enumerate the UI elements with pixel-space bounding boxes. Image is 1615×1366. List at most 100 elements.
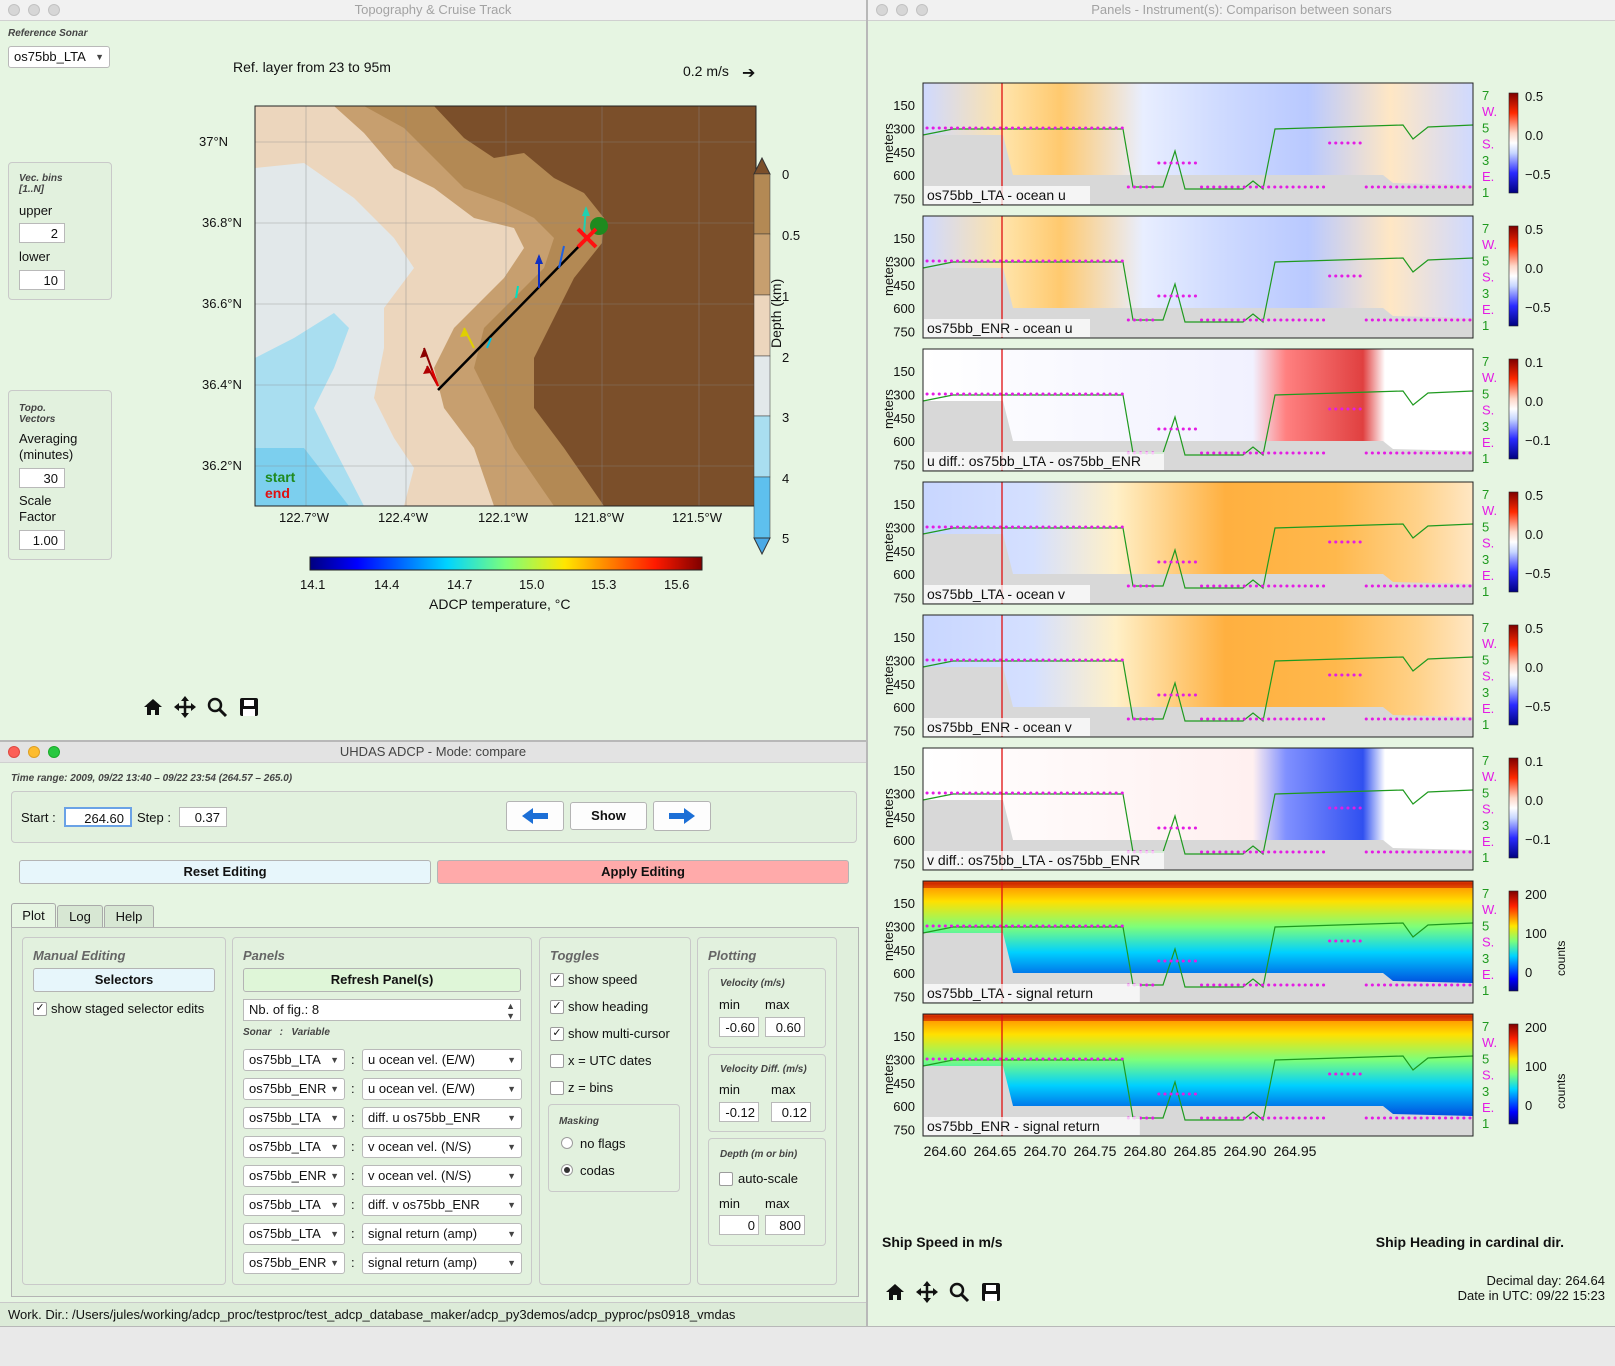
variable-select[interactable]: v ocean vel. (N/S) ▼ xyxy=(362,1165,522,1187)
auto-scale-label: auto-scale xyxy=(738,1171,798,1186)
pan-icon[interactable] xyxy=(174,696,196,718)
auto-scale-checkbox[interactable] xyxy=(719,1172,733,1186)
arrow-left-icon xyxy=(522,808,548,824)
right-axis-label: 3 xyxy=(1482,552,1489,567)
panels-svg[interactable]: os75bb_LTA - ocean u150300450600750meter… xyxy=(876,28,1572,1264)
sonar-select[interactable]: os75bb_LTA ▼ xyxy=(243,1223,345,1245)
variable-select[interactable]: u ocean vel. (E/W) ▼ xyxy=(362,1049,522,1071)
tab-log[interactable]: Log xyxy=(57,905,103,928)
pan-icon[interactable] xyxy=(916,1281,938,1303)
right-axis-label: 5 xyxy=(1482,785,1489,800)
zoom-window-icon[interactable] xyxy=(916,4,928,16)
zoom-icon[interactable] xyxy=(948,1281,970,1303)
upper-bin-input[interactable]: 2 xyxy=(19,223,65,243)
codas-radio[interactable] xyxy=(561,1164,573,1176)
colorbar-tick-label: 0.5 xyxy=(1525,488,1543,503)
averaging-label: Averaging (minutes) xyxy=(19,431,78,462)
variable-select[interactable]: signal return (amp) ▼ xyxy=(362,1252,522,1274)
temp-tick: 15.0 xyxy=(519,577,545,592)
topography-titlebar: Topography & Cruise Track xyxy=(0,0,866,21)
veldiff-max-input[interactable]: 0.12 xyxy=(771,1102,811,1122)
close-window-icon[interactable] xyxy=(8,746,20,758)
zoom-window-icon[interactable] xyxy=(48,4,60,16)
zoom-window-icon[interactable] xyxy=(48,746,60,758)
depth-min-input[interactable]: 0 xyxy=(719,1215,759,1235)
lower-label: lower xyxy=(19,249,51,264)
right-axis-label: E. xyxy=(1482,701,1494,716)
variable-select[interactable]: v ocean vel. (N/S) ▼ xyxy=(362,1136,522,1158)
x-tick-label: 264.90 xyxy=(1224,1143,1267,1159)
lon-tick: 121.8°W xyxy=(574,510,625,525)
home-icon[interactable] xyxy=(142,696,164,718)
sonar-select[interactable]: os75bb_ENR ▼ xyxy=(243,1165,345,1187)
show-staged-checkbox[interactable]: ✓ xyxy=(33,1002,47,1016)
minimize-window-icon[interactable] xyxy=(28,746,40,758)
sonar-select[interactable]: os75bb_LTA ▼ xyxy=(243,1049,345,1071)
toggle-checkbox[interactable] xyxy=(550,1081,564,1095)
colorbar-tick-label: 0.0 xyxy=(1525,793,1543,808)
right-axis-label: 1 xyxy=(1482,451,1489,466)
variable-select[interactable]: diff. v os75bb_ENR ▼ xyxy=(362,1194,522,1216)
variable-select[interactable]: u ocean vel. (E/W) ▼ xyxy=(362,1078,522,1100)
velocity-group: Velocity (m/s) min max -0.60 0.60 xyxy=(708,968,826,1048)
spin-arrows-icon[interactable]: ▲ ▼ xyxy=(506,1001,515,1021)
sonar-select[interactable]: os75bb_ENR ▼ xyxy=(243,1252,345,1274)
velocity-diff-group: Velocity Diff. (m/s) min max -0.12 0.12 xyxy=(708,1054,826,1132)
toggle-checkbox[interactable] xyxy=(550,1054,564,1068)
toggle-checkbox[interactable]: ✓ xyxy=(550,973,564,987)
close-window-icon[interactable] xyxy=(876,4,888,16)
veldiff-min-input[interactable]: -0.12 xyxy=(719,1102,759,1122)
sonar-select[interactable]: os75bb_LTA ▼ xyxy=(243,1136,345,1158)
y-axis-label: meters xyxy=(881,1054,896,1094)
refresh-panels-button[interactable]: Refresh Panel(s) xyxy=(243,968,521,992)
save-icon[interactable] xyxy=(238,696,260,718)
tab-plot[interactable]: Plot xyxy=(11,903,56,928)
y-tick-label: 600 xyxy=(893,168,915,183)
variable-select[interactable]: signal return (amp) ▼ xyxy=(362,1223,522,1245)
nb-fig-spinbox[interactable]: Nb. of fig.: 8 ▲ ▼ xyxy=(243,999,521,1021)
right-axis-label: 1 xyxy=(1482,850,1489,865)
selectors-button[interactable]: Selectors xyxy=(33,968,215,992)
y-tick-label: 300 xyxy=(893,387,915,402)
averaging-input[interactable]: 30 xyxy=(19,468,65,488)
chevron-down-icon: ▼ xyxy=(330,1142,339,1152)
veldiff-max-label: max xyxy=(771,1082,796,1097)
temp-tick: 15.6 xyxy=(664,577,690,592)
sonar-select[interactable]: os75bb_LTA ▼ xyxy=(243,1194,345,1216)
topography-map[interactable] xyxy=(254,105,757,507)
sonar-select[interactable]: os75bb_LTA ▼ xyxy=(243,1107,345,1129)
home-icon[interactable] xyxy=(884,1281,906,1303)
apply-editing-button[interactable]: Apply Editing xyxy=(437,860,849,884)
toggle-checkbox[interactable]: ✓ xyxy=(550,1000,564,1014)
y-tick-label: 750 xyxy=(893,192,915,207)
depth-max-input[interactable]: 800 xyxy=(765,1215,805,1235)
panel-label: v diff.: os75bb_LTA - os75bb_ENR xyxy=(927,852,1140,868)
reset-editing-button[interactable]: Reset Editing xyxy=(19,860,431,884)
minimize-window-icon[interactable] xyxy=(28,4,40,16)
zoom-icon[interactable] xyxy=(206,696,228,718)
variable-select[interactable]: diff. u os75bb_ENR ▼ xyxy=(362,1107,522,1129)
panel-label: os75bb_LTA - ocean u xyxy=(927,187,1066,203)
close-window-icon[interactable] xyxy=(8,4,20,16)
start-input[interactable]: 264.60 xyxy=(64,807,132,827)
scale-factor-input[interactable]: 1.00 xyxy=(19,530,65,550)
save-icon[interactable] xyxy=(980,1281,1002,1303)
lower-bin-input[interactable]: 10 xyxy=(19,270,65,290)
y-tick-label: 450 xyxy=(893,544,915,559)
sonar-select[interactable]: os75bb_ENR ▼ xyxy=(243,1078,345,1100)
toggle-checkbox[interactable]: ✓ xyxy=(550,1027,564,1041)
velocity-max-input[interactable]: 0.60 xyxy=(765,1017,805,1037)
next-button[interactable] xyxy=(653,801,711,831)
y-tick-label: 600 xyxy=(893,1099,915,1114)
step-input[interactable]: 0.37 xyxy=(179,807,227,827)
minimize-window-icon[interactable] xyxy=(896,4,908,16)
right-axis-label: 7 xyxy=(1482,354,1489,369)
x-tick-label: 264.70 xyxy=(1024,1143,1067,1159)
tab-help[interactable]: Help xyxy=(104,905,154,928)
no-flags-radio[interactable] xyxy=(561,1137,573,1149)
previous-button[interactable] xyxy=(506,801,564,831)
velocity-min-input[interactable]: -0.60 xyxy=(719,1017,759,1037)
show-button[interactable]: Show xyxy=(570,802,647,830)
reference-sonar-select[interactable]: os75bb_LTA ▼ xyxy=(8,46,110,68)
control-window: UHDAS ADCP - Mode: compare Time range: 2… xyxy=(0,742,866,1326)
